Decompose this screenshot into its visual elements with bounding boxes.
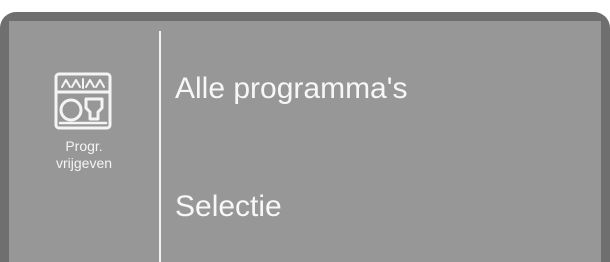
display-bezel: Progr. vrijgeven Alle programma's Select… bbox=[0, 12, 610, 262]
caption-line-1: Progr. bbox=[65, 138, 103, 154]
program-release-caption: Progr. vrijgeven bbox=[9, 138, 159, 172]
menu-item-selection[interactable]: Selectie bbox=[175, 190, 282, 224]
panel-divider bbox=[159, 31, 161, 262]
program-release-panel[interactable]: Progr. vrijgeven bbox=[9, 21, 159, 262]
dishwasher-rack-icon bbox=[54, 72, 112, 130]
caption-line-2: vrijgeven bbox=[55, 155, 113, 171]
display-screen: Progr. vrijgeven Alle programma's Select… bbox=[9, 21, 601, 262]
menu-item-all-programs[interactable]: Alle programma's bbox=[175, 72, 407, 106]
